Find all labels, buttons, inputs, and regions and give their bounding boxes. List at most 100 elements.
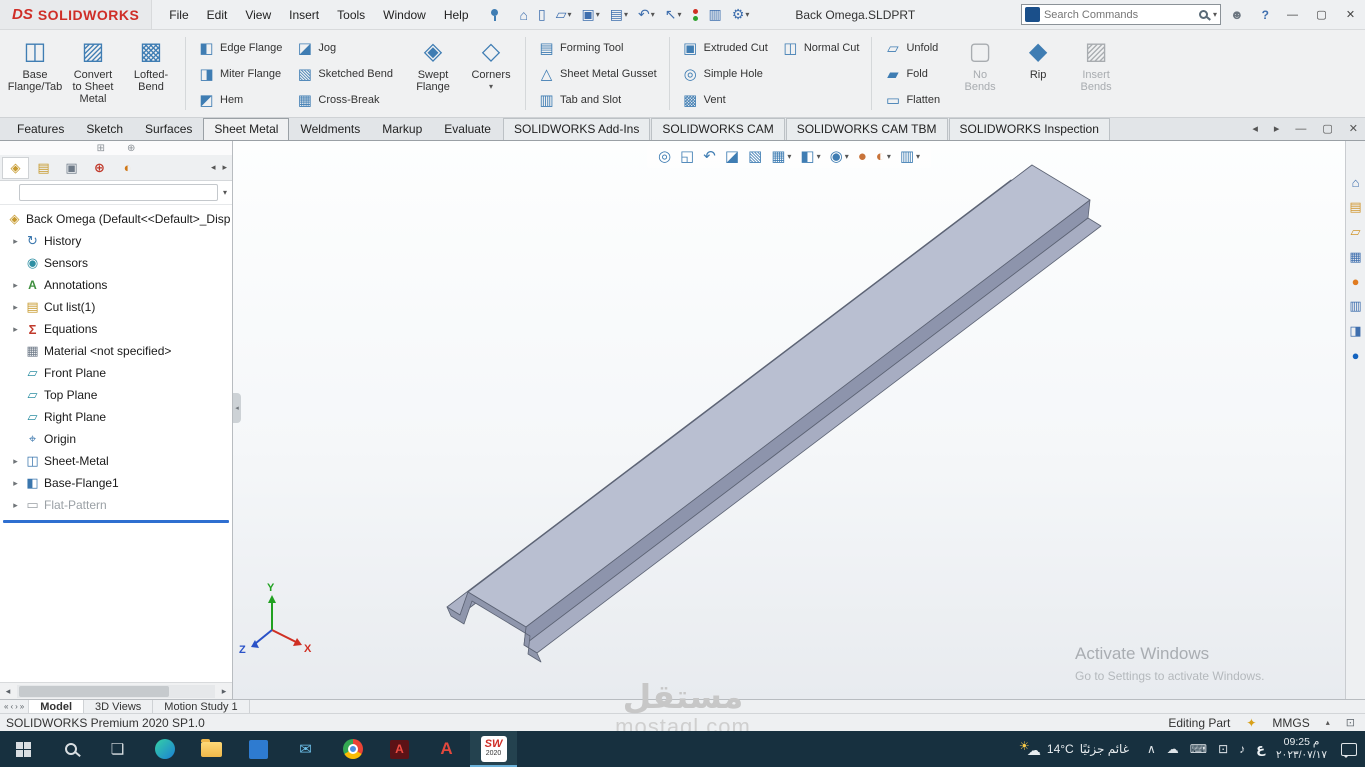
undo-icon[interactable]: ↶ ▾ [634, 4, 659, 25]
tab-markup[interactable]: Markup [371, 118, 433, 140]
graphics-viewport[interactable]: Y X Z ◎ ◱ ↶ ◪ ▧ ▦ ▾ ◧ ▾ ◉ ▾ ● ◐ ▾ ▥ ▾ Ac… [233, 141, 1345, 699]
expand-arrow-icon[interactable]: ▸ [10, 302, 21, 313]
miter-flange-button[interactable]: ◨ Miter Flange [193, 62, 287, 85]
menu-help[interactable]: Help [435, 3, 478, 27]
start-button[interactable] [0, 731, 47, 767]
fold-button[interactable]: ▰ Fold [879, 62, 945, 85]
feature-manager-tab[interactable]: ◈ [2, 156, 29, 179]
cross-break-button[interactable]: ▦ Cross-Break [291, 88, 398, 111]
menu-insert[interactable]: Insert [280, 3, 328, 27]
tab-features[interactable]: Features [6, 118, 75, 140]
lofted-bend-button[interactable]: ▩ Lofted-Bend [122, 33, 180, 113]
tab-3d-views[interactable]: 3D Views [84, 700, 154, 713]
tab-solidworks-cam-tbm[interactable]: SOLIDWORKS CAM TBM [785, 118, 948, 140]
file-explorer-app[interactable] [188, 731, 235, 767]
normal-cut-button[interactable]: ◫ Normal Cut [777, 36, 865, 59]
doc-close-icon[interactable]: ✕ [1346, 121, 1361, 136]
edge-flange-button[interactable]: ◧ Edge Flange [193, 36, 287, 59]
tree-root-part[interactable]: ◈ Back Omega (Default<<Default>_Disp [0, 208, 232, 230]
pane-right-icon[interactable]: ▸ [1271, 121, 1283, 136]
doc-minimize-icon[interactable]: — [1292, 122, 1309, 136]
new-document-icon[interactable]: ▯ [534, 4, 550, 25]
close-button[interactable]: ✕ [1336, 0, 1365, 29]
forming-tool-button[interactable]: ▤ Forming Tool [533, 36, 662, 59]
display-manager-tab[interactable]: ◐ [114, 157, 141, 179]
tree-item-flat-pattern[interactable]: ▸ ▭ Flat-Pattern [0, 494, 232, 516]
tree-item-top-plane[interactable]: ▱ Top Plane [0, 384, 232, 406]
section-view-icon[interactable]: ◪ [724, 147, 740, 165]
taskbar-clock[interactable]: 09:25 م ٢٠٢٣/٠٧/١٧ [1276, 736, 1327, 762]
tab-sketch[interactable]: Sketch [75, 118, 134, 140]
menu-view[interactable]: View [236, 3, 280, 27]
open-icon[interactable]: ▱ ▾ [552, 4, 576, 25]
tree-item-base-flange1[interactable]: ▸ ◧ Base-Flange1 [0, 472, 232, 494]
onedrive-icon[interactable]: ☁ [1167, 742, 1179, 756]
menu-window[interactable]: Window [374, 3, 435, 27]
prev-tab-icon[interactable]: ‹ [10, 702, 13, 711]
scrollbar-thumb[interactable] [19, 685, 169, 697]
user-account-icon[interactable]: ☻ [1221, 7, 1253, 22]
rollback-bar[interactable] [3, 520, 229, 523]
tree-item-front-plane[interactable]: ▱ Front Plane [0, 362, 232, 384]
dimxpert-manager-tab[interactable]: ⊕ [86, 157, 113, 179]
minimize-button[interactable]: — [1278, 0, 1307, 29]
tree-item-origin[interactable]: ⌖ Origin [0, 428, 232, 450]
apply-scene-icon[interactable]: ◐ ▾ [875, 148, 892, 165]
volume-icon[interactable]: ♪ [1239, 742, 1245, 756]
3dexperience-icon[interactable]: ● [1352, 348, 1360, 363]
tab-surfaces[interactable]: Surfaces [134, 118, 203, 140]
tree-item-cut-list[interactable]: ▸ ▤ Cut list(1) [0, 296, 232, 318]
tree-item-material[interactable]: ▦ Material <not specified> [0, 340, 232, 362]
expand-arrow-icon[interactable]: ▸ [10, 456, 21, 467]
design-library-icon[interactable]: ▤ [1349, 199, 1361, 215]
print-icon[interactable]: ▤ ▾ [606, 4, 632, 25]
tab-evaluate[interactable]: Evaluate [433, 118, 502, 140]
tree-item-equations[interactable]: ▸ Σ Equations [0, 318, 232, 340]
flatten-button[interactable]: ▭ Flatten [879, 88, 945, 111]
tree-horizontal-scrollbar[interactable]: ◂ ▸ [0, 682, 232, 699]
tree-item-annotations[interactable]: ▸ A Annotations [0, 274, 232, 296]
expand-arrow-icon[interactable]: ▸ [10, 500, 21, 511]
solidworks-resources-icon[interactable]: ⌂ [1352, 175, 1360, 190]
tree-item-history[interactable]: ▸ ↻ History [0, 230, 232, 252]
property-manager-tab[interactable]: ▤ [30, 157, 57, 179]
units-selector[interactable]: MMGS [1272, 716, 1309, 730]
edge-app[interactable] [141, 731, 188, 767]
hidden-icons-chevron[interactable]: ∧ [1147, 742, 1156, 756]
search-icon[interactable] [1198, 10, 1208, 19]
simple-hole-button[interactable]: ◎ Simple Hole [677, 62, 773, 85]
tab-solidworks-inspection[interactable]: SOLIDWORKS Inspection [948, 118, 1110, 140]
expand-arrow-icon[interactable]: ▸ [10, 236, 21, 247]
chevron-down-icon[interactable]: ▾ [1213, 10, 1217, 19]
help-icon[interactable]: ? [1253, 8, 1278, 22]
expand-pane-icon[interactable]: ⊕ [127, 143, 135, 154]
language-indicator[interactable]: ع [1256, 741, 1265, 757]
command-search[interactable]: ▾ [1020, 4, 1221, 25]
file-explorer-icon[interactable]: ▱ [1351, 224, 1361, 240]
zoom-to-area-icon[interactable]: ◱ [679, 147, 695, 165]
tab-model[interactable]: Model [29, 700, 85, 713]
action-center-icon[interactable] [1341, 742, 1357, 758]
view-palette-icon[interactable]: ▦ [1349, 249, 1361, 265]
rip-button[interactable]: ◆ Rip [1009, 33, 1067, 113]
previous-view-icon[interactable]: ↶ [702, 147, 717, 165]
vent-button[interactable]: ▩ Vent [677, 88, 773, 111]
menu-tools[interactable]: Tools [328, 3, 374, 27]
tab-weldments[interactable]: Weldments [289, 118, 371, 140]
scroll-left-icon[interactable]: ◂ [0, 686, 16, 697]
tab-sheet-metal[interactable]: Sheet Metal [203, 118, 290, 140]
convert-to-sheet-metal-button[interactable]: ▨ Convert to Sheet Metal [64, 33, 122, 113]
taskbar-search-button[interactable] [47, 731, 94, 767]
tree-filter-input[interactable] [19, 184, 218, 201]
custom-properties-icon[interactable]: ▥ [1349, 298, 1361, 314]
tree-item-right-plane[interactable]: ▱ Right Plane [0, 406, 232, 428]
search-input[interactable] [1043, 8, 1195, 21]
chevron-down-icon[interactable]: ▾ [489, 82, 493, 91]
view-orientation-icon[interactable]: ▦ ▾ [770, 147, 792, 165]
menu-file[interactable]: File [160, 3, 197, 27]
mail-app[interactable]: ✉ [282, 731, 329, 767]
home-icon[interactable]: ⌂ [516, 5, 532, 25]
chrome-app[interactable] [329, 731, 376, 767]
split-pane-icon[interactable]: ⊞ [97, 143, 105, 154]
autocad-app[interactable]: A [423, 731, 470, 767]
